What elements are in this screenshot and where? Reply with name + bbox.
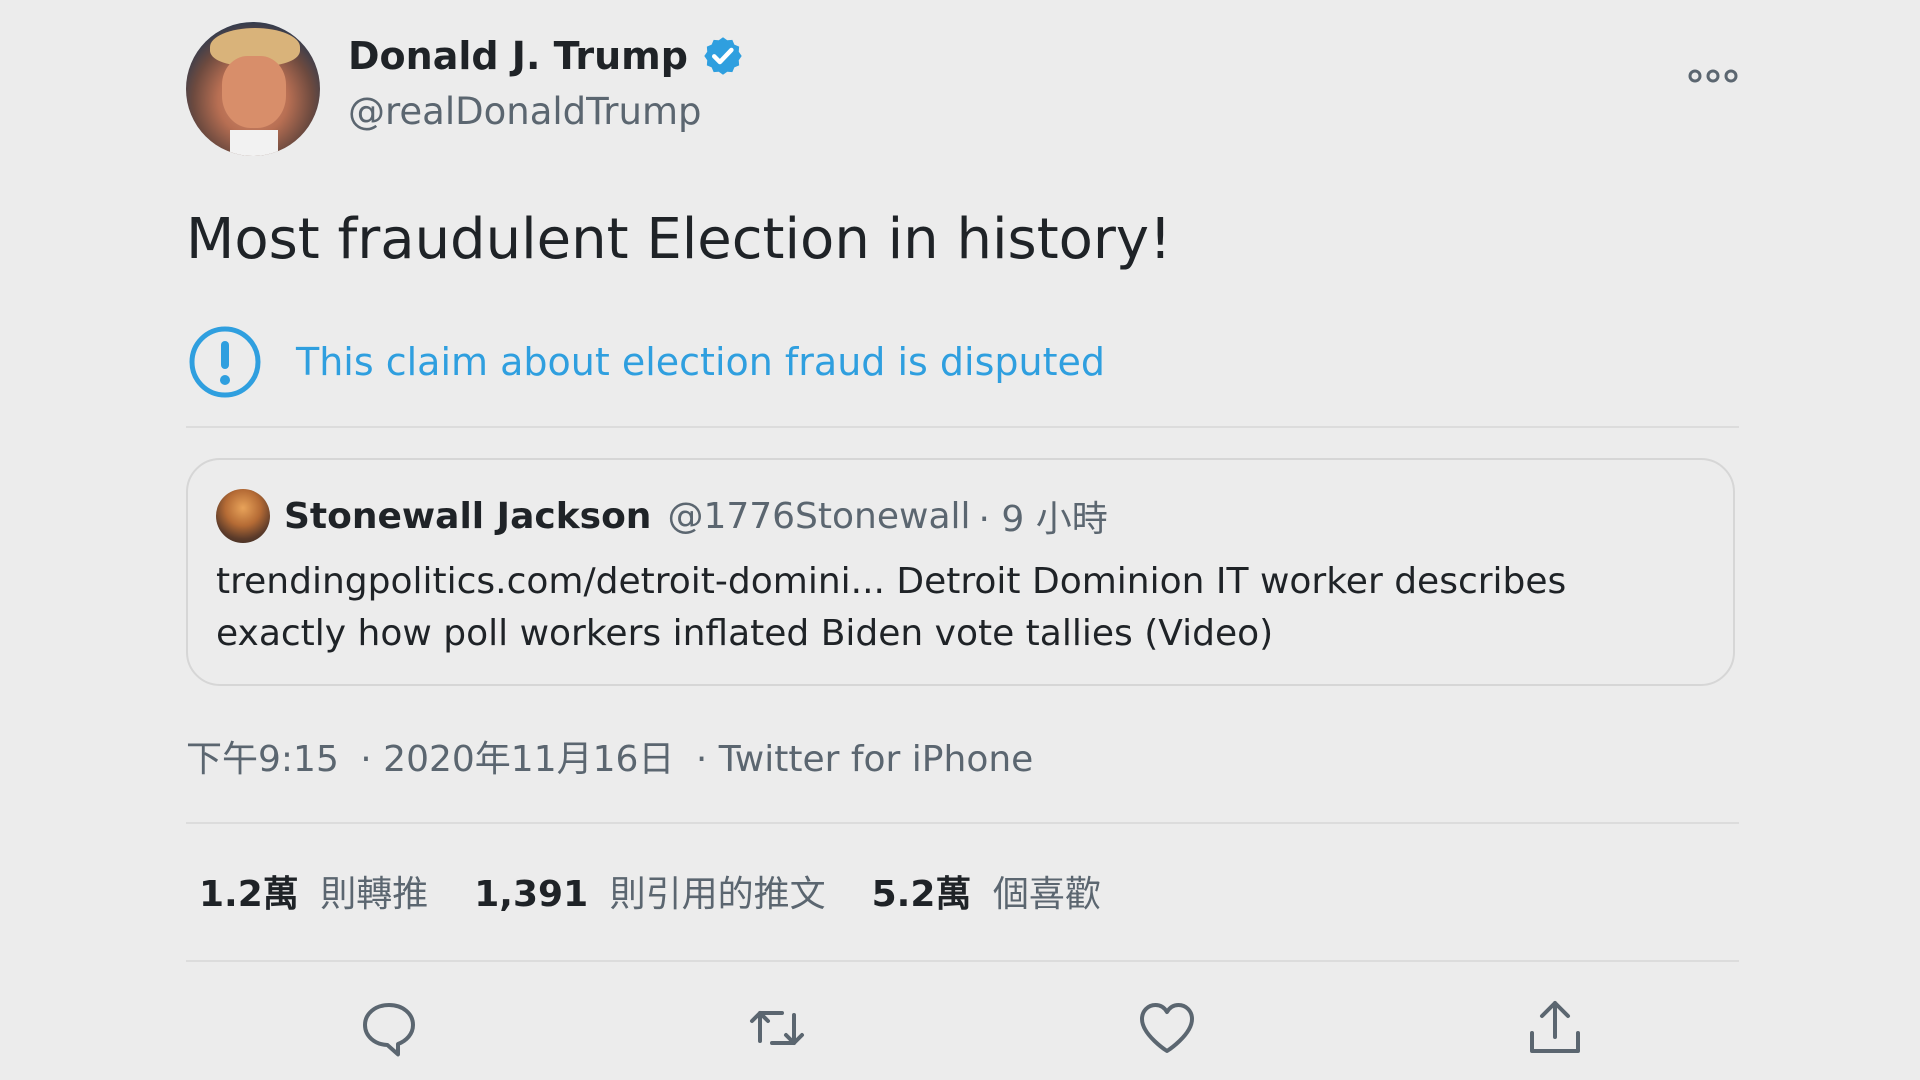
tweet-stats: 1.2萬 則轉推 1,391 則引用的推文 5.2萬 個喜歡 (199, 865, 1147, 917)
tweet-header: Donald J. Trump @realDonaldTrump (186, 20, 1739, 160)
quoted-avatar[interactable] (216, 489, 270, 543)
divider (186, 426, 1739, 428)
quoted-tweet[interactable]: Stonewall Jackson @1776Stonewall · 9 小時 … (186, 458, 1735, 686)
retweet-label: 則轉推 (320, 874, 429, 915)
avatar-shirt (230, 130, 278, 156)
tweet-source[interactable]: · Twitter for iPhone (696, 739, 1033, 780)
tweet-time[interactable]: 下午9:15 (186, 739, 339, 780)
divider (186, 822, 1739, 824)
quoted-author-name[interactable]: Stonewall Jackson (284, 496, 651, 537)
quoted-author-handle[interactable]: @1776Stonewall (667, 496, 970, 537)
heart-icon[interactable] (1132, 993, 1202, 1063)
quote-count: 1,391 (474, 874, 589, 915)
dispute-text[interactable]: This claim about election fraud is dispu… (296, 340, 1105, 384)
avatar-face (222, 56, 286, 128)
action-bar (186, 993, 1739, 1063)
quote-stat[interactable]: 1,391 則引用的推文 (474, 865, 825, 917)
like-stat[interactable]: 5.2萬 個喜歡 (872, 865, 1101, 917)
divider (186, 960, 1739, 962)
author-handle[interactable]: @realDonaldTrump (348, 90, 702, 133)
tweet-date[interactable]: · 2020年11月16日 (360, 739, 674, 780)
like-label: 個喜歡 (992, 874, 1101, 915)
dispute-notice[interactable]: This claim about election fraud is dispu… (188, 325, 1105, 399)
tweet: Donald J. Trump @realDonaldTrump Most fr… (186, 0, 1739, 1080)
alert-circle-icon (189, 326, 261, 398)
tweet-text: Most fraudulent Election in history! (186, 207, 1172, 272)
quoted-tweet-header: Stonewall Jackson @1776Stonewall · 9 小時 (216, 488, 1108, 544)
retweet-count: 1.2萬 (199, 874, 299, 915)
author-name-row: Donald J. Trump (348, 34, 745, 78)
retweet-stat[interactable]: 1.2萬 則轉推 (199, 865, 428, 917)
share-icon[interactable] (1520, 993, 1590, 1063)
avatar[interactable] (186, 22, 320, 156)
like-count: 5.2萬 (871, 874, 972, 915)
more-icon[interactable] (1687, 64, 1739, 88)
quoted-tweet-text: trendingpolitics.com/detroit-domini... D… (216, 561, 1567, 654)
author-name[interactable]: Donald J. Trump (348, 34, 688, 78)
tweet-meta: 下午9:15 · 2020年11月16日 · Twitter for iPhon… (186, 730, 1043, 782)
quoted-timestamp: · 9 小時 (978, 499, 1108, 540)
reply-icon[interactable] (354, 993, 424, 1063)
quote-label: 則引用的推文 (609, 874, 826, 915)
retweet-icon[interactable] (742, 993, 812, 1063)
verified-badge-icon (704, 37, 742, 75)
